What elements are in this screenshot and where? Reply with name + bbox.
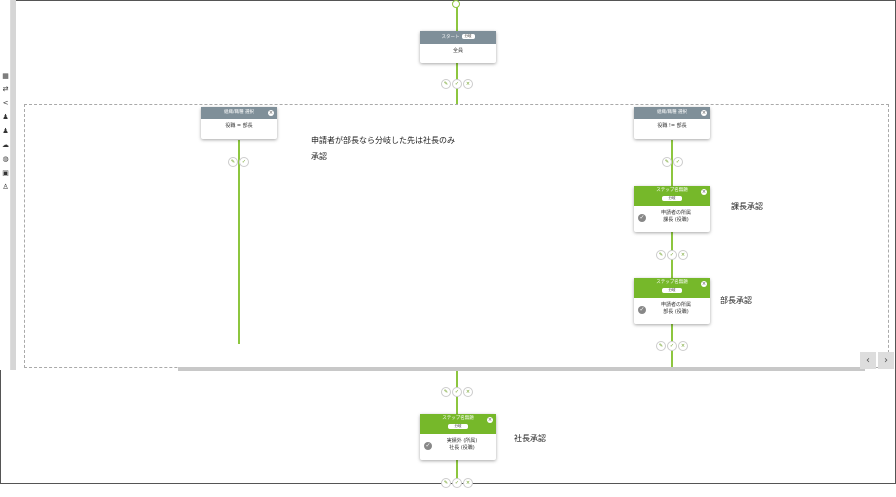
cloud-icon[interactable]: ☁	[1, 141, 10, 149]
user-settings-icon[interactable]: ♙	[1, 183, 10, 191]
edit-icon[interactable]: ✎	[441, 387, 451, 397]
check-circle-icon: ✓	[638, 306, 646, 314]
share-icon[interactable]: <	[1, 99, 10, 107]
edit-icon[interactable]: ✎	[656, 341, 666, 351]
node-controls: ✎ ✓ ×	[656, 341, 689, 351]
node-title: 組織/職種 選択	[657, 110, 687, 115]
branch-note-line1: 申請者が部長なら分岐した先は社長のみ	[311, 136, 455, 145]
edit-icon[interactable]: ✎	[441, 79, 451, 89]
close-icon[interactable]: ×	[268, 110, 274, 116]
prev-button[interactable]: ‹	[860, 352, 876, 369]
node-controls: ✎ ✓ ×	[656, 250, 689, 260]
node-title: 組織/職種 選択	[224, 110, 254, 115]
node-line2: 課長 (役職)	[663, 217, 689, 223]
node-body: 全員	[452, 48, 463, 54]
left-toolbar: ▦ ⇄ < ♟ ♟ ☁ ◍ ▣ ♙	[0, 0, 11, 370]
users-icon[interactable]: ♟	[1, 127, 10, 135]
close-icon[interactable]: ×	[678, 250, 688, 260]
horizontal-scrollbar[interactable]	[178, 367, 865, 371]
check-circle-icon: ✓	[424, 442, 432, 450]
branch-badge[interactable]: 分岐	[662, 196, 682, 201]
check-icon[interactable]: ✓	[452, 79, 462, 89]
node-line2: 社長 (役職)	[449, 445, 475, 451]
close-icon[interactable]: ×	[678, 341, 688, 351]
check-icon[interactable]: ✓	[452, 478, 462, 488]
left-scrollbar[interactable]	[11, 0, 16, 370]
close-icon[interactable]: ×	[487, 417, 493, 423]
node-controls: ✎ ✓	[662, 157, 684, 167]
flow-icon[interactable]: ⇄	[1, 85, 10, 93]
flow-line	[456, 7, 458, 31]
node-title: ステップ名無題	[656, 188, 688, 193]
globe-icon[interactable]: ◍	[1, 155, 10, 163]
step-node-kacho[interactable]: ステップ名無題 分岐 × ✓ 申請者の所属 課長 (役職)	[634, 186, 710, 232]
node-line1: 申請者の所属	[660, 210, 691, 216]
node-title: ステップ名無題	[442, 416, 474, 421]
branch-node-left[interactable]: 組織/職種 選択 × 役職 = 部長	[201, 107, 277, 139]
branch-container	[24, 104, 889, 368]
node-line1: 申請者の所属	[660, 302, 691, 308]
branch-note-line2: 承認	[311, 152, 327, 161]
branch-badge[interactable]: 分岐	[662, 288, 682, 293]
close-icon[interactable]: ×	[463, 387, 473, 397]
branch-note: 申請者が部長なら分岐した先は社長のみ 承認	[311, 133, 455, 165]
branch-badge[interactable]: 分岐	[448, 424, 468, 429]
check-icon[interactable]: ✓	[673, 157, 683, 167]
node-controls: ✎ ✓ ×	[441, 79, 474, 89]
check-icon[interactable]: ✓	[239, 157, 249, 167]
lock-icon[interactable]: ▣	[1, 169, 10, 177]
close-icon[interactable]: ×	[701, 189, 707, 195]
node-body: 役職 != 部長	[657, 123, 687, 129]
check-icon[interactable]: ✓	[667, 341, 677, 351]
check-icon[interactable]: ✓	[667, 250, 677, 260]
node-controls: ✎ ✓	[228, 157, 250, 167]
grid-icon[interactable]: ▦	[1, 72, 10, 80]
next-button[interactable]: ›	[878, 352, 894, 369]
edit-icon[interactable]: ✎	[656, 250, 666, 260]
check-circle-icon: ✓	[638, 214, 646, 222]
step-node-shacho[interactable]: ステップ名無題 分岐 × ✓ 実績外 (所属) 社長 (役職)	[420, 414, 496, 460]
node-line2: 部長 (役職)	[663, 309, 689, 315]
close-icon[interactable]: ×	[701, 110, 707, 116]
edit-icon[interactable]: ✎	[662, 157, 672, 167]
user-icon[interactable]: ♟	[1, 113, 10, 121]
node-title: ステップ名無題	[656, 280, 688, 285]
branch-badge[interactable]: 分岐	[461, 34, 475, 39]
node-controls: ✎ ✓ ×	[441, 478, 474, 488]
chevron-left-icon: ‹	[866, 355, 870, 366]
node-body: 役職 = 部長	[225, 123, 253, 129]
node-controls: ✎ ✓ ×	[441, 387, 474, 397]
chevron-right-icon: ›	[884, 355, 888, 366]
shacho-note: 社長承認	[514, 434, 546, 443]
branch-node-right[interactable]: 組織/職種 選択 × 役職 != 部長	[634, 107, 710, 139]
close-icon[interactable]: ×	[701, 281, 707, 287]
edit-icon[interactable]: ✎	[441, 478, 451, 488]
step-node-bucho[interactable]: ステップ名無題 分岐 × ✓ 申請者の所属 部長 (役職)	[634, 278, 710, 324]
close-icon[interactable]: ×	[463, 478, 473, 488]
node-title: スタート	[441, 35, 460, 40]
close-icon[interactable]: ×	[463, 79, 473, 89]
edit-icon[interactable]: ✎	[228, 157, 238, 167]
bucho-note: 部長承認	[720, 296, 752, 305]
start-node[interactable]: スタート 分岐 全員	[420, 31, 496, 63]
check-icon[interactable]: ✓	[452, 387, 462, 397]
kacho-note: 課長承認	[731, 202, 763, 211]
node-line1: 実績外 (所属)	[446, 438, 478, 444]
